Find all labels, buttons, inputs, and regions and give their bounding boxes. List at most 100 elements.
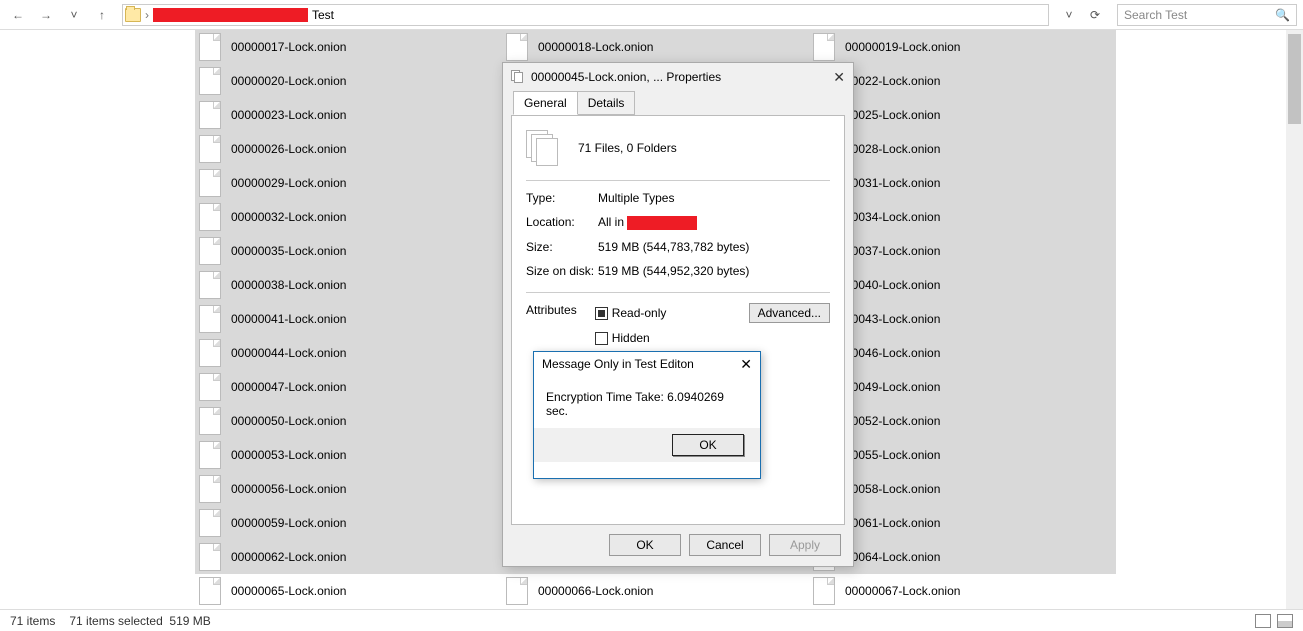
- file-item[interactable]: 00000029-Lock.onion: [195, 166, 502, 200]
- address-bar[interactable]: › Test: [122, 4, 1049, 26]
- file-item[interactable]: 00055-Lock.onion: [809, 438, 1116, 472]
- file-name: 00000026-Lock.onion: [231, 142, 346, 156]
- file-item[interactable]: 00052-Lock.onion: [809, 404, 1116, 438]
- file-icon: [199, 543, 221, 571]
- back-button[interactable]: ←: [6, 3, 30, 27]
- readonly-checkbox[interactable]: Read-only: [595, 306, 667, 320]
- file-item[interactable]: 00034-Lock.onion: [809, 200, 1116, 234]
- vertical-scrollbar[interactable]: [1286, 30, 1303, 609]
- file-item[interactable]: 00000053-Lock.onion: [195, 438, 502, 472]
- file-item[interactable]: 00000065-Lock.onion: [195, 574, 502, 608]
- location-label: Location:: [526, 215, 598, 229]
- file-item[interactable]: 00031-Lock.onion: [809, 166, 1116, 200]
- up-button[interactable]: ↑: [90, 3, 114, 27]
- file-name: 00058-Lock.onion: [845, 482, 940, 496]
- file-item[interactable]: 00046-Lock.onion: [809, 336, 1116, 370]
- file-item[interactable]: 00058-Lock.onion: [809, 472, 1116, 506]
- file-name: 00000056-Lock.onion: [231, 482, 346, 496]
- file-item[interactable]: 00000047-Lock.onion: [195, 370, 502, 404]
- file-item[interactable]: 00000032-Lock.onion: [195, 200, 502, 234]
- file-name: 00000019-Lock.onion: [845, 40, 960, 54]
- cancel-button[interactable]: Cancel: [689, 534, 761, 556]
- file-item[interactable]: 00000044-Lock.onion: [195, 336, 502, 370]
- file-item[interactable]: 00037-Lock.onion: [809, 234, 1116, 268]
- file-name: 00000053-Lock.onion: [231, 448, 346, 462]
- file-item[interactable]: 00000041-Lock.onion: [195, 302, 502, 336]
- file-item[interactable]: 00064-Lock.onion: [809, 540, 1116, 574]
- tab-details[interactable]: Details: [577, 91, 636, 115]
- file-item[interactable]: 00061-Lock.onion: [809, 506, 1116, 540]
- chevron-right-icon: ›: [145, 8, 149, 22]
- refresh-button[interactable]: ⟳: [1083, 3, 1107, 27]
- file-item[interactable]: 00000067-Lock.onion: [809, 574, 1116, 608]
- file-name: 00040-Lock.onion: [845, 278, 940, 292]
- search-icon: 🔍: [1275, 8, 1290, 22]
- file-item[interactable]: 00000056-Lock.onion: [195, 472, 502, 506]
- file-name: 00000023-Lock.onion: [231, 108, 346, 122]
- file-item[interactable]: 00022-Lock.onion: [809, 64, 1116, 98]
- redacted-path: [153, 8, 308, 22]
- apply-button[interactable]: Apply: [769, 534, 841, 556]
- ok-button[interactable]: OK: [609, 534, 681, 556]
- attributes-label: Attributes: [526, 303, 577, 317]
- properties-dialog: 00000045-Lock.onion, ... Properties ✕ Ge…: [502, 62, 854, 567]
- file-item[interactable]: 00000035-Lock.onion: [195, 234, 502, 268]
- file-item[interactable]: 00040-Lock.onion: [809, 268, 1116, 302]
- details-view-icon[interactable]: [1255, 614, 1271, 628]
- close-icon[interactable]: ✕: [833, 69, 845, 86]
- file-item[interactable]: 00000062-Lock.onion: [195, 540, 502, 574]
- file-item[interactable]: 00049-Lock.onion: [809, 370, 1116, 404]
- file-icon: [199, 135, 221, 163]
- file-item[interactable]: 00028-Lock.onion: [809, 132, 1116, 166]
- file-name: 00064-Lock.onion: [845, 550, 940, 564]
- file-item[interactable]: 00000020-Lock.onion: [195, 64, 502, 98]
- file-icon: [199, 203, 221, 231]
- file-icon: [199, 67, 221, 95]
- file-item[interactable]: 00000038-Lock.onion: [195, 268, 502, 302]
- file-item[interactable]: 00000066-Lock.onion: [502, 574, 809, 608]
- file-item[interactable]: 00000017-Lock.onion: [195, 30, 502, 64]
- advanced-button[interactable]: Advanced...: [749, 303, 830, 323]
- files-stack-icon: [511, 70, 525, 84]
- file-icon: [199, 373, 221, 401]
- search-placeholder: Search Test: [1124, 8, 1187, 22]
- file-item[interactable]: 00000026-Lock.onion: [195, 132, 502, 166]
- file-name: 00034-Lock.onion: [845, 210, 940, 224]
- file-name: 00000038-Lock.onion: [231, 278, 346, 292]
- file-icon: [199, 271, 221, 299]
- forward-button[interactable]: →: [34, 3, 58, 27]
- recent-dropdown[interactable]: ˅: [62, 3, 86, 27]
- file-item[interactable]: 00043-Lock.onion: [809, 302, 1116, 336]
- ok-button[interactable]: OK: [672, 434, 744, 456]
- close-icon[interactable]: ✕: [740, 356, 752, 373]
- address-dropdown[interactable]: ˅: [1057, 3, 1081, 27]
- file-name: 00061-Lock.onion: [845, 516, 940, 530]
- scrollbar-thumb[interactable]: [1288, 34, 1301, 124]
- large-icons-view-icon[interactable]: [1277, 614, 1293, 628]
- file-name: 00000017-Lock.onion: [231, 40, 346, 54]
- hidden-checkbox[interactable]: Hidden: [595, 331, 650, 345]
- file-name: 00000035-Lock.onion: [231, 244, 346, 258]
- size-on-disk-value: 519 MB (544,952,320 bytes): [598, 264, 830, 278]
- type-label: Type:: [526, 191, 598, 205]
- file-item[interactable]: 00000023-Lock.onion: [195, 98, 502, 132]
- tab-general[interactable]: General: [513, 91, 578, 115]
- size-on-disk-label: Size on disk:: [526, 264, 598, 278]
- message-titlebar[interactable]: Message Only in Test Editon ✕: [534, 352, 760, 376]
- file-name: 00052-Lock.onion: [845, 414, 940, 428]
- file-item[interactable]: 00000050-Lock.onion: [195, 404, 502, 438]
- file-icon: [199, 305, 221, 333]
- file-name: 00000050-Lock.onion: [231, 414, 346, 428]
- file-item[interactable]: 00025-Lock.onion: [809, 98, 1116, 132]
- file-item[interactable]: 00000018-Lock.onion: [502, 30, 809, 64]
- file-icon: [199, 441, 221, 469]
- file-item[interactable]: 00000059-Lock.onion: [195, 506, 502, 540]
- file-icon: [199, 339, 221, 367]
- file-icon: [199, 577, 221, 605]
- status-item-count: 71 items: [10, 614, 55, 628]
- file-item[interactable]: 00000019-Lock.onion: [809, 30, 1116, 64]
- file-name: 00000065-Lock.onion: [231, 584, 346, 598]
- search-box[interactable]: Search Test 🔍: [1117, 4, 1297, 26]
- size-label: Size:: [526, 240, 598, 254]
- properties-titlebar[interactable]: 00000045-Lock.onion, ... Properties ✕: [503, 63, 853, 91]
